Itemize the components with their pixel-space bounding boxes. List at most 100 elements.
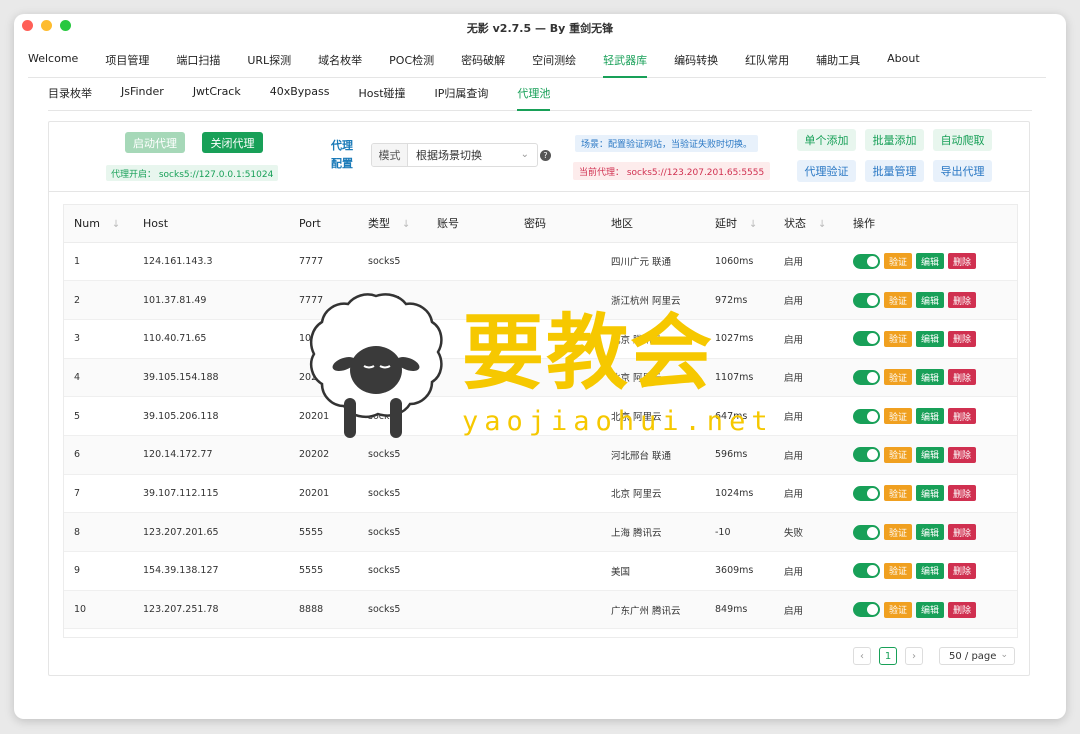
- tab-poc-detect[interactable]: POC检测: [389, 50, 434, 78]
- table-row: 5 39.105.206.118 20201 socks5 北京 阿里云 647ms 启用验…: [64, 396, 1017, 436]
- cell-region: 北京 腾讯云: [601, 319, 705, 359]
- enable-toggle[interactable]: [853, 408, 880, 424]
- subtab-jsfinder[interactable]: JsFinder: [121, 85, 164, 111]
- batch-manage-button[interactable]: 批量管理: [865, 160, 924, 182]
- page-size-select[interactable]: 50 / page ⌄: [939, 647, 1015, 665]
- prev-page-button[interactable]: ‹: [853, 647, 871, 665]
- mode-prefix-label: 模式: [372, 144, 408, 166]
- edit-button[interactable]: 编辑: [916, 485, 944, 502]
- edit-button[interactable]: 编辑: [916, 562, 944, 579]
- table-row: 10 123.207.251.78 8888 socks5 广东广州 腾讯云 849ms 启…: [64, 590, 1017, 630]
- delete-button[interactable]: 删除: [948, 292, 976, 309]
- mode-select-value[interactable]: 根据场景切换 ⌄: [408, 144, 537, 166]
- add-batch-button[interactable]: 批量添加: [865, 129, 924, 151]
- tab-welcome[interactable]: Welcome: [28, 50, 78, 78]
- edit-button[interactable]: 编辑: [916, 292, 944, 309]
- verify-proxy-button[interactable]: 代理验证: [797, 160, 856, 182]
- page-number-button[interactable]: 1: [879, 647, 897, 665]
- cell-account: [427, 590, 514, 630]
- verify-button[interactable]: 验证: [884, 485, 912, 502]
- enable-toggle[interactable]: [853, 563, 880, 579]
- subtab-dir-enum[interactable]: 目录枚举: [48, 85, 92, 111]
- cell-region: 河北邢台 联通: [601, 435, 705, 475]
- add-single-button[interactable]: 单个添加: [797, 129, 856, 151]
- mode-select[interactable]: 模式 根据场景切换 ⌄: [371, 143, 538, 167]
- proxy-config-label: 代理配置: [331, 139, 353, 170]
- edit-button[interactable]: 编辑: [916, 253, 944, 270]
- sort-icon[interactable]: ↓: [749, 219, 757, 230]
- tab-utilities[interactable]: 辅助工具: [816, 50, 860, 78]
- enable-toggle[interactable]: [853, 447, 880, 463]
- delete-button[interactable]: 删除: [948, 253, 976, 270]
- verify-button[interactable]: 验证: [884, 524, 912, 541]
- enable-toggle[interactable]: [853, 524, 880, 540]
- next-page-button[interactable]: ›: [905, 647, 923, 665]
- col-header-delay[interactable]: 延时 ↓: [705, 205, 774, 243]
- tab-url-probe[interactable]: URL探测: [247, 50, 291, 78]
- scene-info-tag: 场景：配置验证网站，当验证失败时切换。: [575, 135, 759, 152]
- help-icon[interactable]: ?: [540, 150, 551, 161]
- tab-password-crack[interactable]: 密码破解: [461, 50, 505, 78]
- sort-icon[interactable]: ↓: [402, 219, 410, 230]
- subtab-40xbypass[interactable]: 40xBypass: [270, 85, 330, 111]
- sort-icon[interactable]: ↓: [818, 219, 826, 230]
- cell-port: 20202: [289, 435, 358, 475]
- delete-button[interactable]: 删除: [948, 562, 976, 579]
- sort-icon[interactable]: ↓: [112, 219, 120, 230]
- subtab-ip-lookup[interactable]: IP归属查询: [435, 85, 489, 111]
- verify-button[interactable]: 验证: [884, 369, 912, 386]
- enable-toggle[interactable]: [853, 331, 880, 347]
- verify-button[interactable]: 验证: [884, 408, 912, 425]
- edit-button[interactable]: 编辑: [916, 601, 944, 618]
- delete-button[interactable]: 删除: [948, 524, 976, 541]
- delete-button[interactable]: 删除: [948, 601, 976, 618]
- auto-crawl-button[interactable]: 自动爬取: [933, 129, 992, 151]
- tab-encoding[interactable]: 编码转换: [674, 50, 718, 78]
- tab-project-management[interactable]: 项目管理: [105, 50, 149, 78]
- col-header-status[interactable]: 状态 ↓: [774, 205, 843, 243]
- tab-port-scan[interactable]: 端口扫描: [176, 50, 220, 78]
- tab-space-mapping[interactable]: 空间测绘: [532, 50, 576, 78]
- subtab-jwtcrack[interactable]: JwtCrack: [193, 85, 241, 111]
- enable-toggle[interactable]: [853, 602, 880, 618]
- delete-button[interactable]: 删除: [948, 485, 976, 502]
- enable-toggle[interactable]: [853, 292, 880, 308]
- edit-button[interactable]: 编辑: [916, 369, 944, 386]
- row-actions: 验证 编辑 删除: [853, 292, 1017, 309]
- export-proxy-button[interactable]: 导出代理: [933, 160, 992, 182]
- tab-about[interactable]: About: [887, 50, 920, 78]
- verify-button[interactable]: 验证: [884, 330, 912, 347]
- edit-button[interactable]: 编辑: [916, 446, 944, 463]
- tab-red-team[interactable]: 红队常用: [745, 50, 789, 78]
- cell-host: 39.107.112.115: [133, 474, 289, 514]
- cell-status: 启用: [774, 590, 843, 630]
- verify-button[interactable]: 验证: [884, 446, 912, 463]
- col-header-type[interactable]: 类型 ↓: [358, 205, 427, 243]
- table-row: 6 120.14.172.77 20202 socks5 河北邢台 联通 596ms 启用验…: [64, 435, 1017, 475]
- row-actions: 验证 编辑 删除: [853, 524, 1017, 541]
- verify-button[interactable]: 验证: [884, 601, 912, 618]
- start-proxy-button[interactable]: 启动代理: [125, 132, 185, 153]
- verify-button[interactable]: 验证: [884, 562, 912, 579]
- subtab-host-collision[interactable]: Host碰撞: [358, 85, 405, 111]
- col-header-num[interactable]: Num ↓: [64, 205, 133, 243]
- enable-toggle[interactable]: [853, 253, 880, 269]
- delete-button[interactable]: 删除: [948, 408, 976, 425]
- cell-port: 20201: [289, 396, 358, 436]
- edit-button[interactable]: 编辑: [916, 408, 944, 425]
- tab-domain-enum[interactable]: 域名枚举: [318, 50, 362, 78]
- delete-button[interactable]: 删除: [948, 330, 976, 347]
- delete-button[interactable]: 删除: [948, 369, 976, 386]
- verify-button[interactable]: 验证: [884, 292, 912, 309]
- verify-button[interactable]: 验证: [884, 253, 912, 270]
- enable-toggle[interactable]: [853, 485, 880, 501]
- enable-toggle[interactable]: [853, 369, 880, 385]
- tab-light-arsenal[interactable]: 轻武器库: [603, 50, 648, 78]
- edit-button[interactable]: 编辑: [916, 524, 944, 541]
- stop-proxy-button[interactable]: 关闭代理: [202, 132, 263, 153]
- edit-button[interactable]: 编辑: [916, 330, 944, 347]
- delete-button[interactable]: 删除: [948, 446, 976, 463]
- subtab-proxy-pool[interactable]: 代理池: [517, 85, 551, 111]
- cell-password: [514, 280, 601, 320]
- cell-type: socks5: [358, 242, 427, 282]
